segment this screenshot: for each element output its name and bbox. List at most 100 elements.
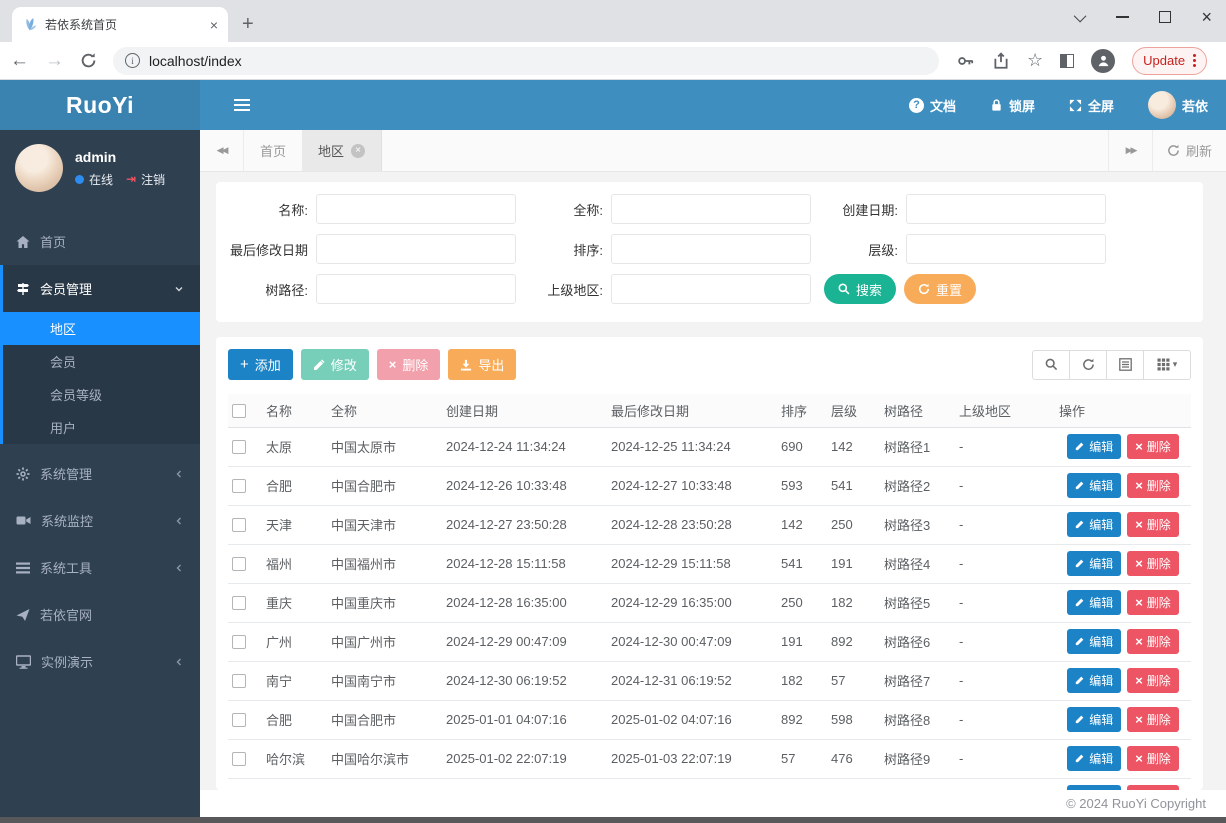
logout-link[interactable]: 注销 xyxy=(141,171,165,188)
share-icon[interactable] xyxy=(992,51,1010,70)
window-close-button[interactable]: × xyxy=(1201,8,1212,26)
row-delete-button[interactable]: ×删除 xyxy=(1127,629,1179,655)
table-detail-view-button[interactable] xyxy=(1106,349,1144,380)
sidebar-item-region[interactable]: 地区 xyxy=(3,312,200,345)
row-edit-button[interactable]: 编辑 xyxy=(1067,589,1122,615)
window-menu-chevron-icon[interactable] xyxy=(1074,9,1087,22)
docs-link[interactable]: ? 文档 xyxy=(908,96,956,115)
sidebar-item-member[interactable]: 会员 xyxy=(3,345,200,378)
browser-profile-icon[interactable] xyxy=(1091,48,1116,73)
sidebar-item-label: 实例演示 xyxy=(41,655,94,670)
row-delete-button[interactable]: ×删除 xyxy=(1127,668,1179,694)
row-edit-button[interactable]: 编辑 xyxy=(1067,511,1122,537)
edit-button[interactable]: 修改 xyxy=(300,349,369,380)
sidebar-item-label: 会员等级 xyxy=(50,388,103,403)
cell-sort: 892 xyxy=(777,700,827,740)
row-checkbox[interactable] xyxy=(232,596,246,611)
created-date-input[interactable] xyxy=(906,194,1106,224)
row-delete-button[interactable]: ×删除 xyxy=(1127,512,1179,538)
parent-region-input[interactable] xyxy=(611,274,811,304)
tabs-scroll-right-button[interactable]: ▶▶ xyxy=(1107,130,1152,171)
row-delete-button[interactable]: ×删除 xyxy=(1127,590,1179,616)
password-key-icon[interactable] xyxy=(957,52,975,70)
row-checkbox[interactable] xyxy=(232,518,246,533)
sidebar-item-system-mgmt[interactable]: 系统管理 xyxy=(0,450,200,497)
row-delete-button[interactable]: ×删除 xyxy=(1127,707,1179,733)
new-tab-button[interactable]: + xyxy=(242,13,254,36)
site-info-icon[interactable]: i xyxy=(125,53,140,68)
bookmark-star-icon[interactable]: ☆ xyxy=(1027,50,1043,71)
app-logo[interactable]: RuoYi xyxy=(0,80,200,130)
browser-update-button[interactable]: Update xyxy=(1132,46,1208,75)
browser-refresh-icon[interactable] xyxy=(80,52,97,69)
fullname-input[interactable] xyxy=(611,194,811,224)
row-checkbox[interactable] xyxy=(232,713,246,728)
row-delete-button[interactable]: ×删除 xyxy=(1127,473,1179,499)
back-button[interactable]: ← xyxy=(10,50,29,72)
modified-date-input[interactable] xyxy=(316,234,516,264)
table-refresh-button[interactable] xyxy=(1069,349,1107,380)
sidebar-item-member-mgmt[interactable]: 会员管理 xyxy=(3,265,200,312)
header-user[interactable]: 若依 xyxy=(1147,91,1208,119)
sidebar-item-system-tools[interactable]: 系统工具 xyxy=(0,544,200,591)
sidebar-toggle-icon[interactable] xyxy=(234,99,250,111)
export-button[interactable]: 导出 xyxy=(448,349,517,380)
tab-refresh-button[interactable]: 刷新 xyxy=(1151,130,1226,171)
row-edit-button[interactable]: 编辑 xyxy=(1067,706,1122,732)
browser-tab[interactable]: 若依系统首页 × xyxy=(12,7,228,42)
col-fullname: 全称 xyxy=(327,394,442,428)
search-button[interactable]: 搜索 xyxy=(824,274,897,304)
level-input[interactable] xyxy=(906,234,1106,264)
lock-screen-link[interactable]: 锁屏 xyxy=(990,96,1035,115)
name-input[interactable] xyxy=(316,194,516,224)
address-bar[interactable]: i localhost/index xyxy=(113,46,939,75)
row-checkbox[interactable] xyxy=(232,557,246,572)
cell-modified xyxy=(607,778,777,790)
row-checkbox[interactable] xyxy=(232,752,246,767)
delete-button[interactable]: × 删除 xyxy=(376,349,441,380)
parent-region-label: 上级地区: xyxy=(547,282,603,298)
table-columns-button[interactable]: ▾ xyxy=(1143,349,1191,380)
page-tab-close-icon[interactable]: × xyxy=(351,143,366,158)
row-delete-button[interactable]: ×删除 xyxy=(1127,746,1179,772)
row-checkbox[interactable] xyxy=(232,440,246,455)
sidebar-avatar[interactable] xyxy=(15,144,63,192)
row-edit-button[interactable]: 编辑 xyxy=(1067,472,1122,498)
row-delete-button[interactable]: ×删除 xyxy=(1127,551,1179,577)
row-checkbox[interactable] xyxy=(232,674,246,689)
window-minimize-button[interactable] xyxy=(1116,16,1130,18)
row-edit-button[interactable]: 编辑 xyxy=(1067,433,1122,459)
reset-button[interactable]: 重置 xyxy=(904,274,977,304)
sidebar-item-home[interactable]: 首页 xyxy=(0,218,200,265)
fullname-label: 全称: xyxy=(573,202,603,218)
side-panel-icon[interactable] xyxy=(1060,53,1075,68)
window-maximize-button[interactable] xyxy=(1159,11,1172,23)
tree-path-input[interactable] xyxy=(316,274,516,304)
select-all-checkbox[interactable] xyxy=(232,404,246,419)
row-edit-button[interactable]: 编辑 xyxy=(1067,745,1122,771)
row-edit-button[interactable]: 编辑 xyxy=(1067,628,1122,654)
sidebar-item-member-level[interactable]: 会员等级 xyxy=(3,378,200,411)
browser-tab-close-icon[interactable]: × xyxy=(210,18,218,32)
row-edit-button[interactable]: 编辑 xyxy=(1067,667,1122,693)
fullscreen-link[interactable]: 全屏 xyxy=(1069,96,1114,115)
browser-menu-dots-icon[interactable] xyxy=(1193,54,1197,67)
page-tab-home[interactable]: 首页 xyxy=(244,130,302,171)
row-delete-button[interactable]: ×删除 xyxy=(1127,434,1179,460)
forward-button[interactable]: → xyxy=(45,50,64,72)
sidebar-item-label: 若依官网 xyxy=(40,608,93,623)
sidebar-item-system-monitor[interactable]: 系统监控 xyxy=(0,497,200,544)
sidebar-item-official-site[interactable]: 若依官网 xyxy=(0,591,200,638)
row-edit-button[interactable]: 编辑 xyxy=(1067,550,1122,576)
row-checkbox[interactable] xyxy=(232,479,246,494)
sidebar-item-user[interactable]: 用户 xyxy=(3,411,200,444)
cell-tree-path: 树路径9 xyxy=(880,739,955,779)
tabs-scroll-left-button[interactable]: ◀◀ xyxy=(200,130,244,171)
add-button[interactable]: + 添加 xyxy=(228,349,293,380)
sort-input[interactable] xyxy=(611,234,811,264)
page-tab-region[interactable]: 地区 × xyxy=(302,130,383,171)
cell-level: 892 xyxy=(827,622,880,662)
sidebar-item-demo[interactable]: 实例演示 xyxy=(0,638,200,685)
table-search-toggle-button[interactable] xyxy=(1032,349,1070,380)
row-checkbox[interactable] xyxy=(232,635,246,650)
